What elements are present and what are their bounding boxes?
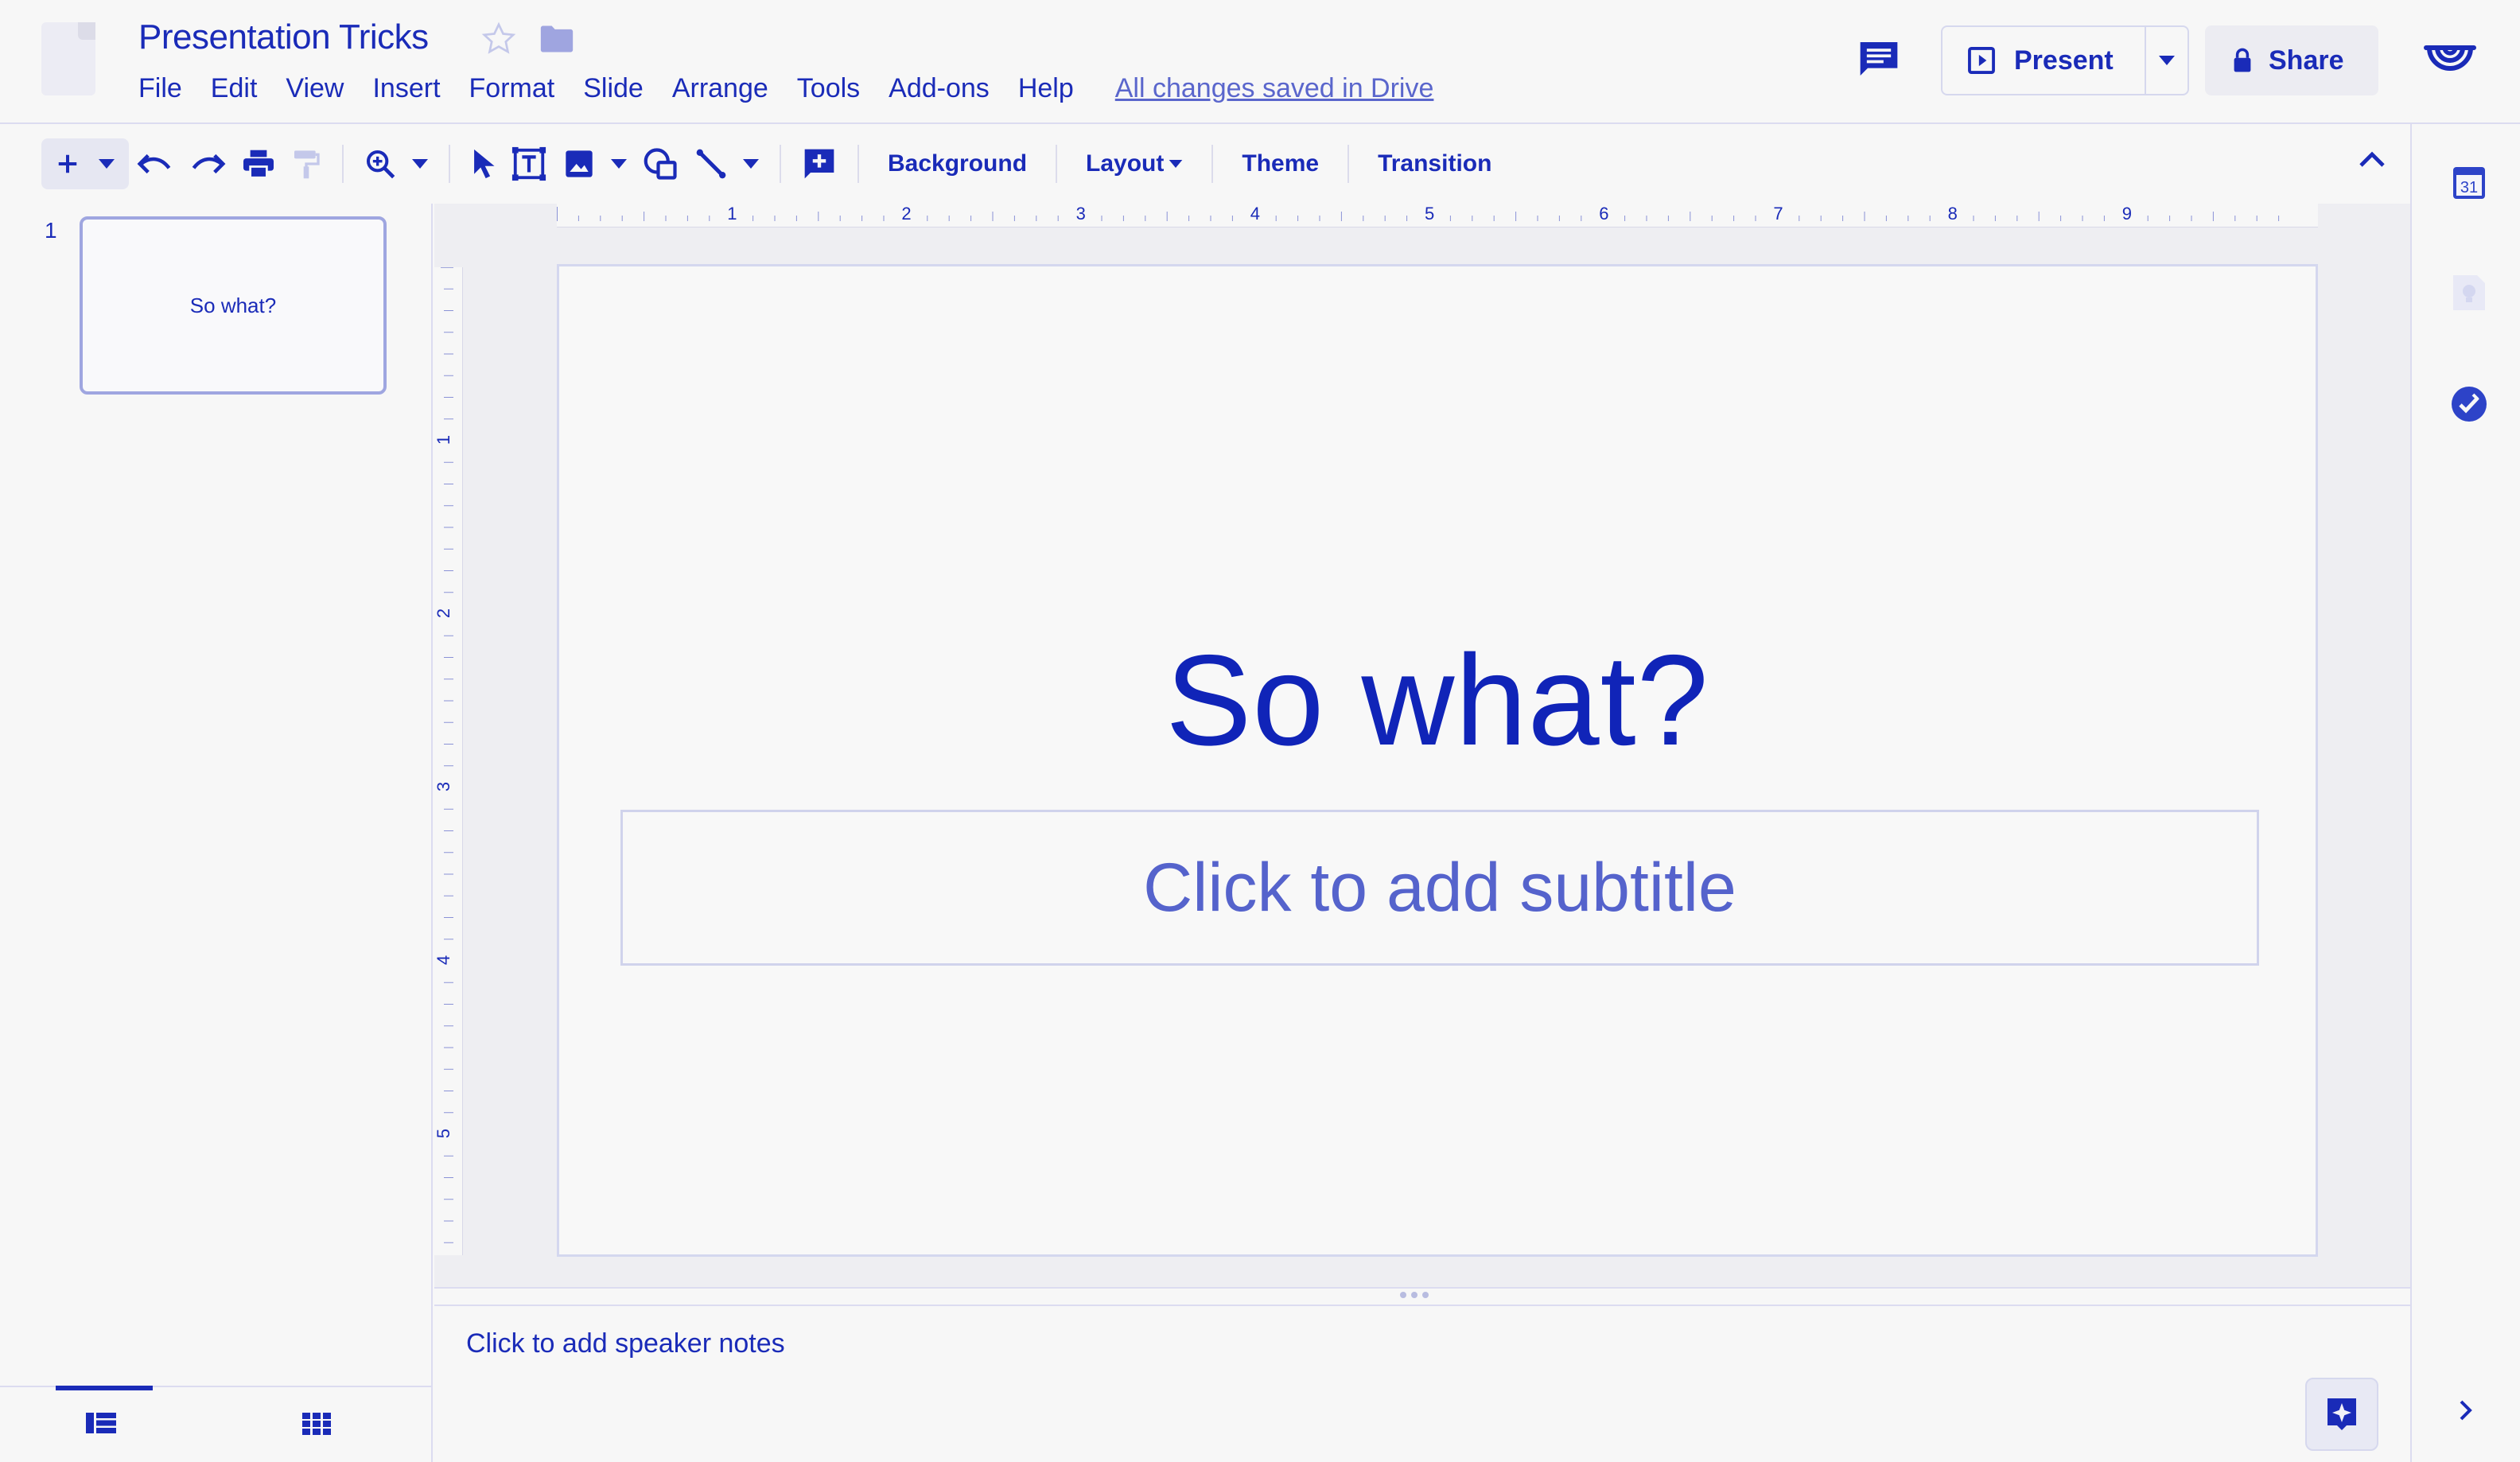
toolbar-divider	[449, 145, 450, 183]
keep-icon[interactable]	[2453, 275, 2485, 310]
redo-icon[interactable]	[181, 138, 234, 189]
zoom-dropdown-chevron-icon[interactable]	[404, 138, 436, 189]
vertical-ruler-ticks	[441, 267, 453, 1243]
active-view-indicator	[56, 1386, 153, 1390]
line-dropdown-chevron-icon[interactable]	[735, 138, 767, 189]
slides-logo-icon[interactable]	[41, 22, 95, 95]
side-panel	[2410, 124, 2520, 1462]
filmstrip-view-switcher	[0, 1386, 433, 1462]
toolbar-divider	[342, 145, 344, 183]
speaker-notes-placeholder[interactable]: Click to add speaker notes	[466, 1328, 785, 1359]
slide-thumbnail-title: So what?	[189, 293, 277, 317]
present-button-group: Present	[1941, 25, 2189, 95]
menu-format[interactable]: Format	[455, 73, 570, 104]
document-title[interactable]: Presentation Tricks	[138, 17, 429, 57]
toolbar-divider	[1348, 145, 1350, 183]
toolbar-divider	[780, 145, 781, 183]
insert-image-icon[interactable]	[555, 138, 603, 189]
collapse-menus-chevron-up-icon[interactable]	[2359, 151, 2385, 167]
star-icon[interactable]	[480, 21, 517, 57]
menu-arrange[interactable]: Arrange	[658, 73, 783, 104]
add-comment-icon[interactable]	[794, 138, 845, 189]
tasks-icon[interactable]	[2450, 385, 2488, 423]
folder-icon[interactable]	[539, 24, 574, 54]
plus-icon	[48, 138, 88, 189]
chevron-down-icon	[2159, 56, 2175, 65]
text-box-icon[interactable]	[503, 138, 555, 189]
ruler-label: 2	[899, 204, 914, 224]
menu-tools[interactable]: Tools	[783, 73, 874, 104]
horizontal-ruler[interactable]: 1 2 3 4 5 6 7 8 9	[557, 204, 2318, 227]
print-icon[interactable]	[234, 138, 283, 189]
explore-button[interactable]	[2305, 1378, 2378, 1451]
vertical-ruler[interactable]: 1 2 3 4 5	[434, 267, 463, 1255]
ruler-label: 1	[725, 204, 740, 224]
chevron-down-icon[interactable]	[91, 138, 122, 189]
chevron-down-icon	[1169, 160, 1183, 168]
layout-label: Layout	[1086, 150, 1165, 177]
theme-button[interactable]: Theme	[1226, 150, 1335, 177]
filmstrip-view-icon[interactable]	[86, 1413, 116, 1433]
slide-title[interactable]: So what?	[557, 636, 2318, 765]
ruler-label: 1	[434, 434, 455, 445]
explore-icon	[2328, 1398, 2356, 1430]
ruler-label: 4	[434, 955, 455, 966]
grid-view-icon[interactable]	[302, 1413, 331, 1435]
ruler-label: 5	[434, 1128, 455, 1139]
transition-button[interactable]: Transition	[1362, 150, 1507, 177]
new-slide-button[interactable]	[41, 138, 129, 189]
slide-thumbnail[interactable]: So what?	[80, 216, 387, 395]
horizontal-ruler-ticks	[557, 207, 2280, 221]
svg-text:31: 31	[2460, 179, 2478, 196]
line-icon[interactable]	[687, 138, 735, 189]
paint-format-icon[interactable]	[283, 138, 329, 189]
image-dropdown-chevron-icon[interactable]	[603, 138, 635, 189]
save-status-link[interactable]: All changes saved in Drive	[1115, 73, 1434, 104]
toolbar-divider	[1211, 145, 1214, 183]
ruler-label: 4	[1247, 204, 1263, 224]
subtitle-placeholder-text: Click to add subtitle	[1143, 849, 1736, 926]
layout-button[interactable]: Layout	[1070, 150, 1199, 177]
comments-icon[interactable]	[1857, 38, 1901, 80]
ruler-corner	[434, 204, 463, 267]
menu-help[interactable]: Help	[1004, 73, 1088, 104]
undo-icon[interactable]	[129, 138, 181, 189]
zoom-icon[interactable]	[356, 138, 404, 189]
menu-insert[interactable]: Insert	[358, 73, 454, 104]
present-label: Present	[2014, 45, 2114, 76]
shape-icon[interactable]	[635, 138, 687, 189]
select-cursor-icon[interactable]	[463, 138, 503, 189]
toolbar-divider	[858, 145, 859, 183]
menu-view[interactable]: View	[271, 73, 358, 104]
ruler-label: 5	[1422, 204, 1437, 224]
menu-bar: File Edit View Insert Format Slide Arran…	[138, 73, 1433, 104]
present-options-dropdown[interactable]	[2146, 27, 2188, 94]
ruler-label: 8	[1945, 204, 1960, 224]
present-icon	[1966, 45, 1997, 76]
share-label: Share	[2269, 45, 2344, 76]
menu-add-ons[interactable]: Add-ons	[874, 73, 1004, 104]
ruler-label: 3	[434, 781, 455, 792]
slide-number: 1	[45, 218, 57, 243]
notes-grip-icon[interactable]	[1400, 1292, 1429, 1298]
ruler-label: 7	[1771, 204, 1786, 224]
lock-icon	[2232, 48, 2253, 73]
toolbar: Background Layout Theme Transition	[0, 126, 2410, 202]
calendar-icon[interactable]: 31	[2453, 164, 2485, 199]
menu-edit[interactable]: Edit	[196, 73, 272, 104]
ruler-label: 6	[1596, 204, 1612, 224]
chevron-right-icon[interactable]	[2460, 1400, 2472, 1421]
account-avatar[interactable]	[2423, 43, 2477, 86]
background-button[interactable]: Background	[872, 150, 1043, 177]
ruler-label: 9	[2119, 204, 2135, 224]
ruler-label: 2	[434, 608, 455, 619]
menu-slide[interactable]: Slide	[569, 73, 658, 104]
subtitle-placeholder-box[interactable]: Click to add subtitle	[620, 810, 2259, 966]
share-button[interactable]: Share	[2205, 25, 2378, 95]
present-button[interactable]: Present	[1942, 27, 2146, 94]
toolbar-divider	[1056, 145, 1058, 183]
menu-file[interactable]: File	[138, 73, 196, 104]
ruler-label: 3	[1073, 204, 1088, 224]
